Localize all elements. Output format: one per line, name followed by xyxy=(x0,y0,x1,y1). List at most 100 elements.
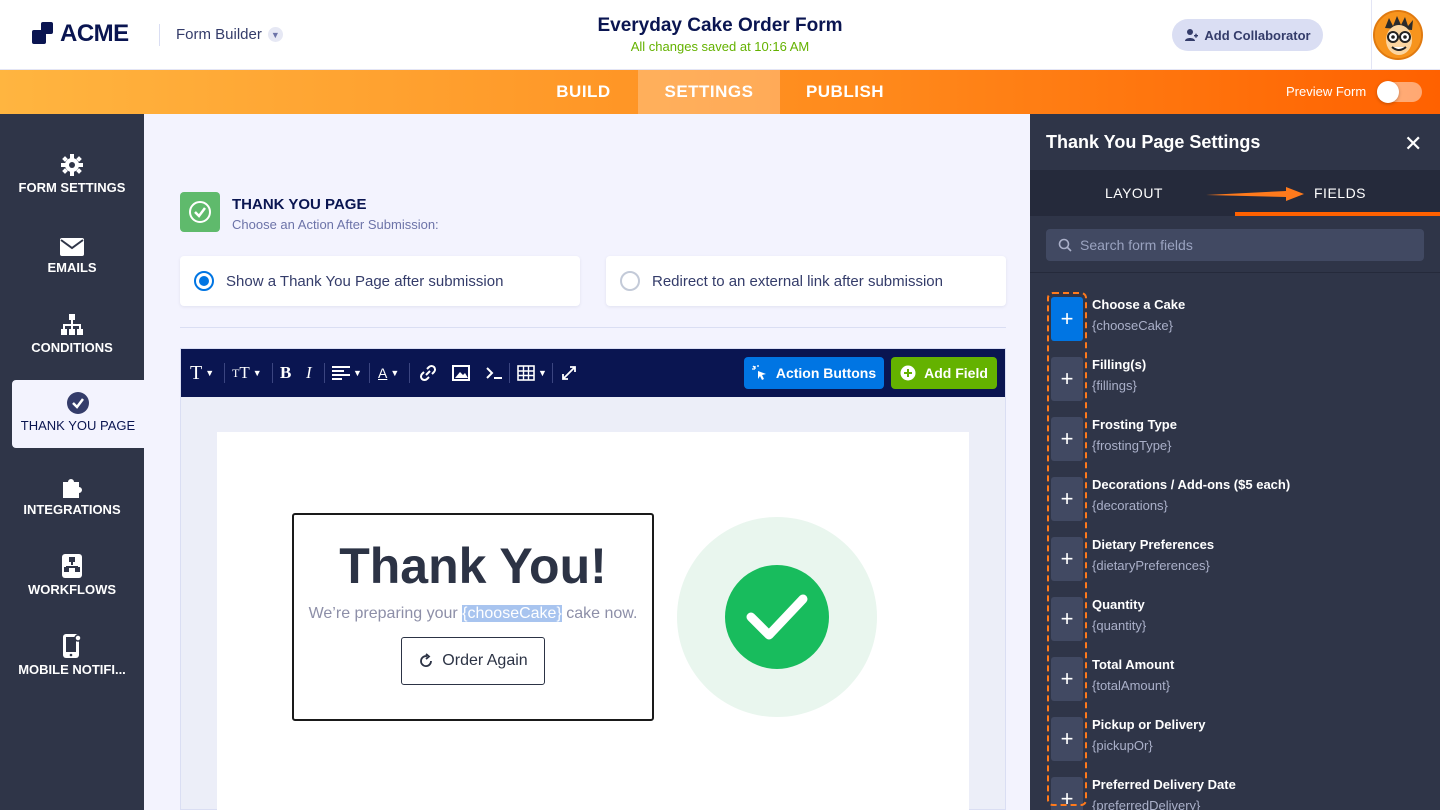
sidebar-item-thank-you-page[interactable]: THANK YOU PAGE xyxy=(12,380,144,448)
text-color-icon[interactable]: A ▼ xyxy=(378,361,399,385)
add-field-plus-button[interactable]: + xyxy=(1051,417,1083,461)
font-size-icon[interactable]: T T ▼ xyxy=(232,361,262,385)
avatar-face-icon xyxy=(1375,12,1421,58)
field-item-frosting-type[interactable]: + Frosting Type {frostingType} xyxy=(1030,417,1440,477)
text-style-icon[interactable]: T ▼ xyxy=(190,361,214,385)
preview-form-toggle[interactable] xyxy=(1377,81,1422,103)
field-label: Choose a Cake xyxy=(1092,297,1186,312)
field-label: Total Amount xyxy=(1092,657,1175,672)
arrow-pointer-icon xyxy=(1206,187,1304,201)
big-check-icon xyxy=(725,565,829,669)
tab-layout[interactable]: LAYOUT xyxy=(1105,185,1163,201)
add-field-plus-button[interactable]: + xyxy=(1051,357,1083,401)
section-divider xyxy=(180,327,1006,328)
mobile-icon xyxy=(63,634,81,658)
thank-you-canvas[interactable]: Thank You! We’re preparing your {chooseC… xyxy=(217,432,969,810)
panel-tabs: LAYOUT FIELDS xyxy=(1030,170,1440,216)
field-key: {totalAmount} xyxy=(1092,678,1171,693)
add-field-plus-button[interactable]: + xyxy=(1051,657,1083,701)
field-label: Quantity xyxy=(1092,597,1145,612)
puzzle-icon xyxy=(63,479,82,498)
expand-icon[interactable] xyxy=(561,361,577,385)
thank-you-message-box[interactable]: Thank You! We’re preparing your {chooseC… xyxy=(292,513,654,721)
gear-icon xyxy=(61,154,83,176)
add-field-button[interactable]: Add Field xyxy=(891,357,997,389)
code-icon[interactable] xyxy=(485,361,503,385)
table-icon[interactable]: ▼ xyxy=(517,361,547,385)
section-title: THANK YOU PAGE xyxy=(232,196,367,213)
option-redirect-external[interactable]: Redirect to an external link after submi… xyxy=(606,256,1006,306)
field-key: {quantity} xyxy=(1092,618,1147,633)
thank-you-page-check-icon xyxy=(180,192,220,232)
sitemap-icon xyxy=(61,314,83,335)
message-text-before: We’re preparing your xyxy=(308,605,463,622)
action-buttons-button[interactable]: Action Buttons xyxy=(744,357,884,389)
check-circle-icon xyxy=(67,392,89,414)
add-field-plus-button[interactable]: + xyxy=(1051,477,1083,521)
field-item-total-amount[interactable]: + Total Amount {totalAmount} xyxy=(1030,657,1440,717)
action-buttons-label: Action Buttons xyxy=(775,365,877,381)
option-label: Show a Thank You Page after submission xyxy=(226,272,504,290)
plus-circle-icon xyxy=(900,365,916,381)
add-field-plus-button[interactable]: + xyxy=(1051,537,1083,581)
sidebar-item-label: INTEGRATIONS xyxy=(23,502,121,517)
add-field-plus-button[interactable]: + xyxy=(1051,297,1083,341)
close-icon[interactable]: ✕ xyxy=(1404,131,1422,157)
field-item-decorations[interactable]: + Decorations / Add-ons ($5 each) {decor… xyxy=(1030,477,1440,537)
user-plus-icon xyxy=(1185,29,1199,41)
toolbar-separator xyxy=(509,363,510,383)
tab-fields[interactable]: FIELDS xyxy=(1314,185,1366,201)
field-item-quantity[interactable]: + Quantity {quantity} xyxy=(1030,597,1440,657)
tab-build[interactable]: BUILD xyxy=(530,70,637,114)
sidebar-item-label: WORKFLOWS xyxy=(27,582,117,597)
toolbar-separator xyxy=(272,363,273,383)
field-item-fillings[interactable]: + Filling(s) {fillings} xyxy=(1030,357,1440,417)
preview-form-label: Preview Form xyxy=(1286,84,1367,99)
add-field-plus-button[interactable]: + xyxy=(1051,717,1083,761)
option-label: Redirect to an external link after submi… xyxy=(652,272,943,290)
panel-divider xyxy=(1030,272,1440,273)
order-again-label: Order Again xyxy=(442,652,528,669)
tab-publish[interactable]: PUBLISH xyxy=(780,70,910,114)
field-label: Decorations / Add-ons ($5 each) xyxy=(1092,477,1291,492)
field-item-choose-cake[interactable]: + Choose a Cake {chooseCake} xyxy=(1030,297,1440,357)
sidebar-item-form-settings[interactable]: FORM SETTINGS xyxy=(0,150,144,218)
toolbar-separator xyxy=(324,363,325,383)
add-field-plus-button[interactable]: + xyxy=(1051,597,1083,641)
field-item-dietary-preferences[interactable]: + Dietary Preferences {dietaryPreference… xyxy=(1030,537,1440,597)
sidebar-item-mobile-notifications[interactable]: MOBILE NOTIFI... xyxy=(0,632,144,700)
radio-unselected[interactable] xyxy=(620,271,640,291)
add-collaborator-label: Add Collaborator xyxy=(1204,27,1311,43)
bold-icon[interactable]: B xyxy=(280,361,291,385)
radio-selected[interactable] xyxy=(194,271,214,291)
sidebar-item-emails[interactable]: EMAILS xyxy=(0,230,144,298)
search-form-fields[interactable] xyxy=(1046,229,1424,261)
toggle-knob xyxy=(1377,81,1399,103)
italic-icon[interactable]: I xyxy=(306,361,312,385)
order-again-button[interactable]: Order Again xyxy=(401,637,545,685)
sidebar-item-workflows[interactable]: WORKFLOWS xyxy=(0,552,144,620)
option-show-thank-you-page[interactable]: Show a Thank You Page after submission xyxy=(180,256,580,306)
field-key: {fillings} xyxy=(1092,378,1137,393)
success-badge xyxy=(677,517,877,717)
section-subtitle: Choose an Action After Submission: xyxy=(232,217,439,232)
add-collaborator-button[interactable]: Add Collaborator xyxy=(1172,19,1323,51)
link-icon[interactable] xyxy=(419,361,437,385)
sidebar-item-label: THANK YOU PAGE xyxy=(20,418,136,433)
search-input[interactable] xyxy=(1080,237,1410,253)
sidebar-item-integrations[interactable]: INTEGRATIONS xyxy=(0,472,144,540)
field-item-preferred-delivery-date[interactable]: + Preferred Delivery Date {preferredDeli… xyxy=(1030,777,1440,810)
align-icon[interactable]: ▼ xyxy=(332,361,362,385)
field-label: Dietary Preferences xyxy=(1092,537,1215,552)
active-tab-underline xyxy=(1235,212,1440,216)
field-item-pickup-or-delivery[interactable]: + Pickup or Delivery {pickupOr} xyxy=(1030,717,1440,777)
sidebar-item-conditions[interactable]: CONDITIONS xyxy=(0,310,144,378)
image-icon[interactable] xyxy=(452,361,470,385)
sidebar-item-label: CONDITIONS xyxy=(31,340,113,355)
cursor-click-icon xyxy=(751,365,766,380)
toolbar-separator xyxy=(369,363,370,383)
tab-settings[interactable]: SETTINGS xyxy=(638,70,780,114)
editor-toolbar: T ▼ T T ▼ B I ▼ A ▼ ▼ Action Buttons Add… xyxy=(181,349,1005,397)
add-field-plus-button[interactable]: + xyxy=(1051,777,1083,810)
avatar[interactable] xyxy=(1373,10,1423,60)
